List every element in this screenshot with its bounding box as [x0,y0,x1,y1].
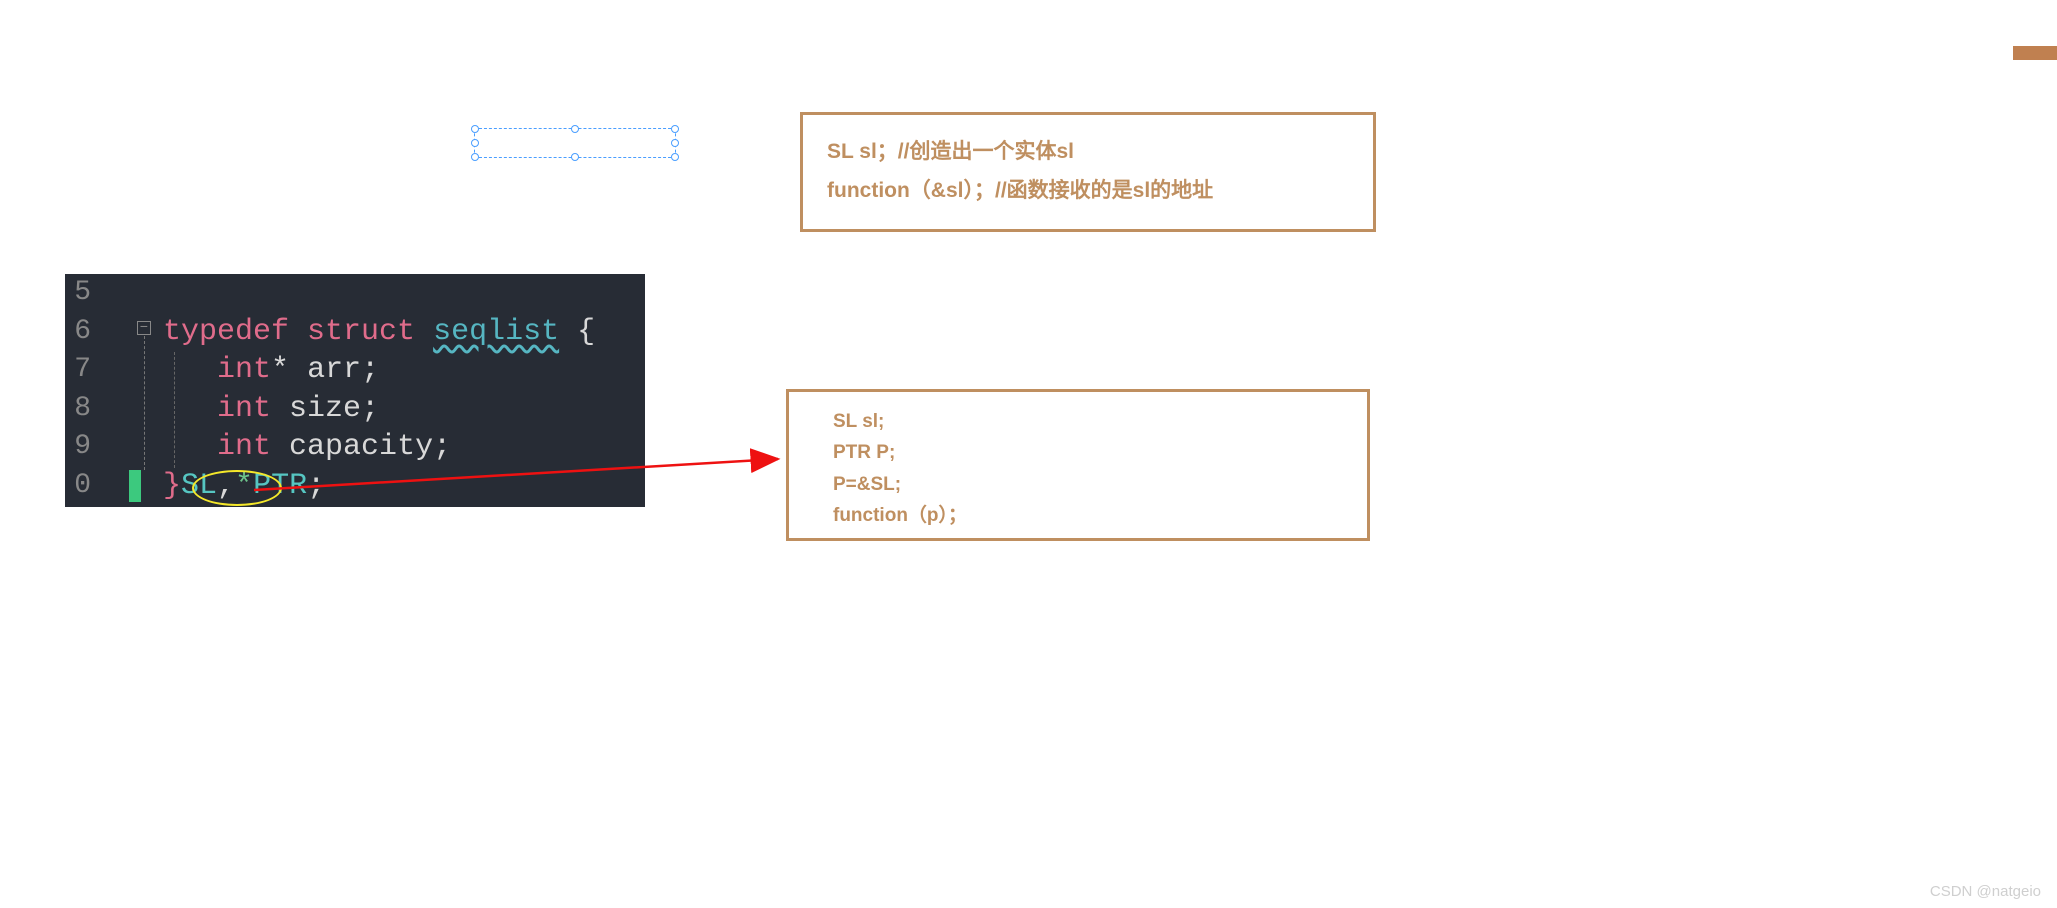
code-line: typedef struct seqlist { [163,313,595,352]
annotation-line: SL sl; [833,406,1323,437]
code-line: int size; [163,390,379,429]
annotation-box-bottom: SL sl; PTR P; P=&SL; function（p）； [786,389,1370,541]
resize-handle[interactable] [471,153,479,161]
annotation-line: function（p）； [833,500,1323,531]
indent-guide-line [174,352,175,468]
line-number: 8 [65,390,91,429]
fold-guide-line [144,336,145,470]
resize-handle[interactable] [671,153,679,161]
annotation-line: PTR P; [833,437,1323,468]
resize-handle[interactable] [471,125,479,133]
annotation-box-top: SL sl；//创造出一个实体sl function（&sl）；//函数接收的是… [800,112,1376,232]
resize-handle[interactable] [471,139,479,147]
resize-handle[interactable] [571,153,579,161]
empty-textbox-selected[interactable] [474,128,676,158]
watermark: CSDN @natgeio [1930,883,2041,900]
resize-handle[interactable] [671,139,679,147]
annotation-line: P=&SL; [833,469,1323,500]
resize-handle[interactable] [571,125,579,133]
code-line: int capacity; [163,428,451,467]
line-number: 0 [65,467,91,506]
code-line: int* arr; [163,351,379,390]
line-number: 5 [65,274,91,313]
line-number: 9 [65,428,91,467]
code-editor-snippet: − 5 6 typedef struct seqlist { 7 int* ar… [65,274,645,507]
line-number: 6 [65,313,91,352]
fold-toggle-icon: − [137,321,151,335]
accent-bar [2013,46,2057,60]
gutter-mark [129,470,141,502]
code-line: }SL,*PTR; [163,467,325,506]
annotation-line: function（&sl）；//函数接收的是sl的地址 [827,172,1349,211]
resize-handle[interactable] [671,125,679,133]
annotation-line: SL sl；//创造出一个实体sl [827,133,1349,172]
line-number: 7 [65,351,91,390]
